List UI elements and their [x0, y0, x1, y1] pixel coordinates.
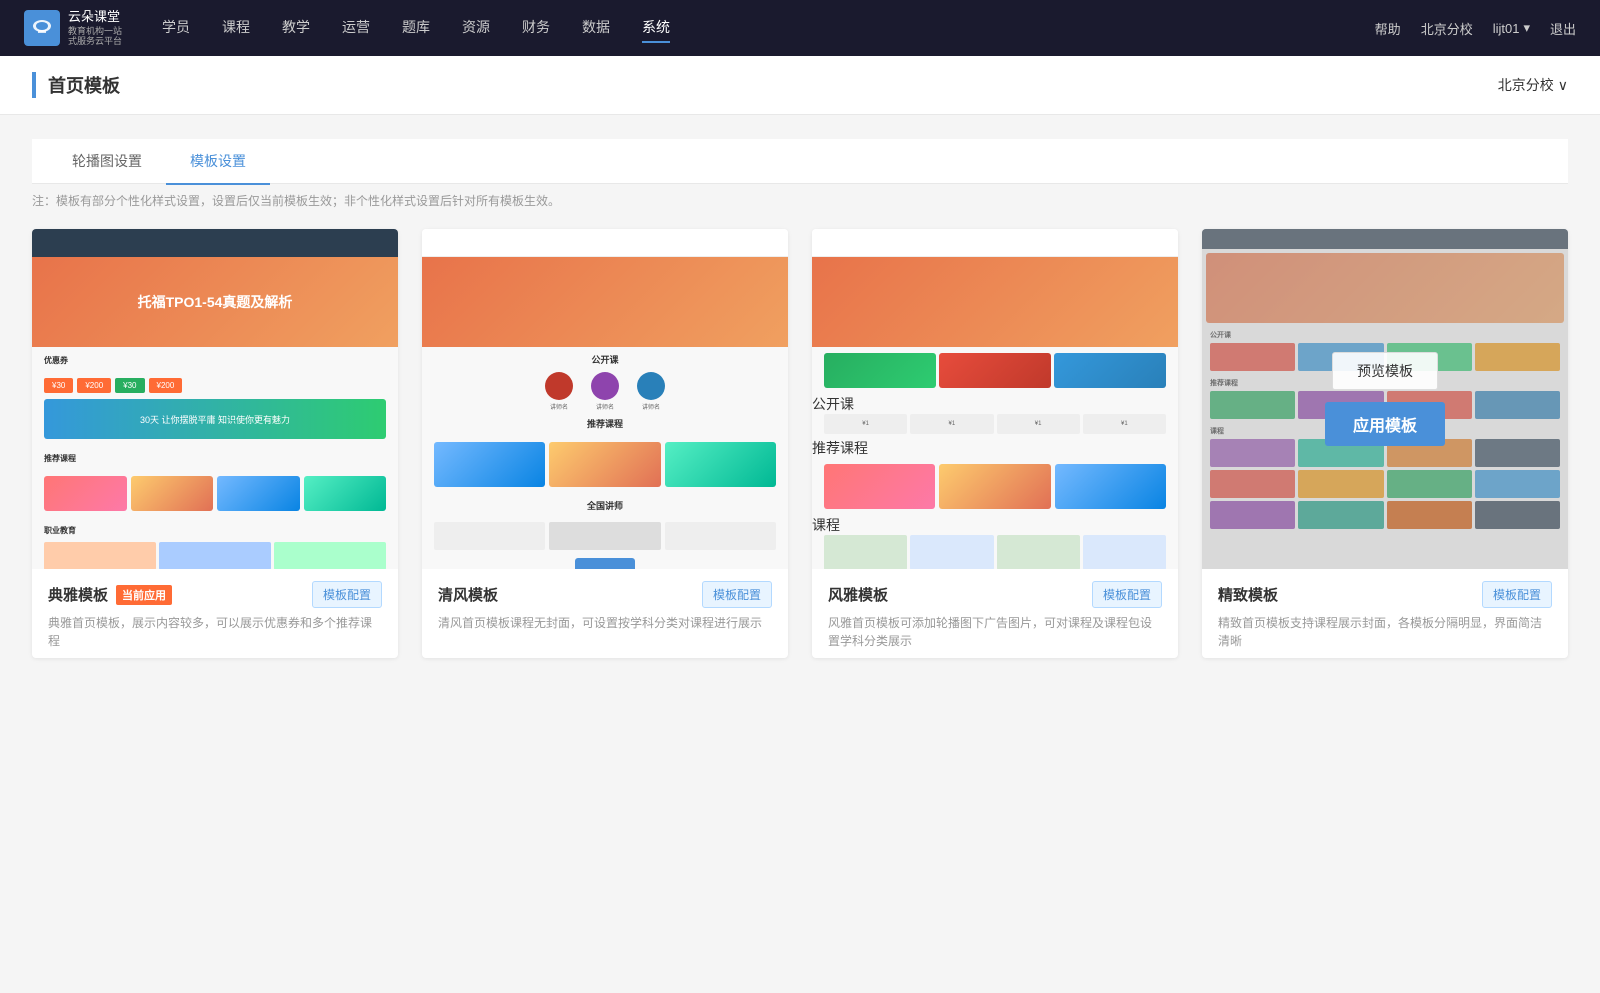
template-name-2: 清风模板	[438, 584, 498, 605]
nav-item-resources[interactable]: 资源	[462, 13, 490, 43]
nav-help[interactable]: 帮助	[1375, 19, 1401, 38]
nav-right: 帮助 北京分校 lijt01 ▾ 退出	[1375, 19, 1576, 38]
config-button-4[interactable]: 模板配置	[1482, 581, 1552, 608]
template-desc-3: 风雅首页模板可添加轮播图下广告图片，可对课程及课程包设置学科分类展示	[828, 614, 1162, 650]
template-desc-1: 典雅首页模板，展示内容较多，可以展示优惠券和多个推荐课程	[48, 614, 382, 650]
tab-template[interactable]: 模板设置	[166, 139, 270, 185]
template-name-1: 典雅模板 当前应用	[48, 584, 172, 605]
template-desc-2: 清风首页模板课程无封面，可设置按学科分类对课程进行展示	[438, 614, 772, 632]
template-preview-4[interactable]: 公开课 推荐课程	[1202, 229, 1568, 569]
template-footer-3: 风雅模板 模板配置 风雅首页模板可添加轮播图下广告图片，可对课程及课程包设置学科…	[812, 569, 1178, 658]
nav-item-questions[interactable]: 题库	[402, 13, 430, 43]
page-title: 首页模板	[32, 72, 120, 98]
nav-item-courses[interactable]: 课程	[222, 13, 250, 43]
template-grid: 托福TPO1-54真题及解析 优惠券 ¥30 ¥200 ¥30 ¥200 30天…	[32, 229, 1568, 658]
note: 注：模板有部分个性化样式设置，设置后仅当前模板生效；非个性化样式设置后针对所有模…	[32, 184, 1568, 229]
nav-item-data[interactable]: 数据	[582, 13, 610, 43]
nav-user[interactable]: lijt01 ▾	[1493, 20, 1530, 36]
template-name-4: 精致模板	[1218, 584, 1278, 605]
nav-item-operations[interactable]: 运营	[342, 13, 370, 43]
template-footer-4: 精致模板 模板配置 精致首页模板支持课程展示封面，各模板分隔明显，界面简洁清晰	[1202, 569, 1568, 658]
template-card-1: 托福TPO1-54真题及解析 优惠券 ¥30 ¥200 ¥30 ¥200 30天…	[32, 229, 398, 658]
config-button-2[interactable]: 模板配置	[702, 581, 772, 608]
template-overlay-4: 预览模板 应用模板	[1202, 229, 1568, 569]
template-desc-4: 精致首页模板支持课程展示封面，各模板分隔明显，界面简洁清晰	[1218, 614, 1552, 650]
nav-item-system[interactable]: 系统	[642, 13, 670, 43]
nav-item-teaching[interactable]: 教学	[282, 13, 310, 43]
tabs-wrapper: 轮播图设置 模板设置	[32, 139, 1568, 184]
template-preview-2[interactable]: 公开课 讲师名 讲师名 讲师名	[422, 229, 788, 569]
template-card-3: 公开课 ¥1 ¥1 ¥1 ¥1 推荐课程 课程	[812, 229, 1178, 658]
tab-carousel[interactable]: 轮播图设置	[48, 139, 166, 185]
logo-text: 云朵课堂 教育机构一站 式服务云平台	[68, 9, 122, 47]
nav-school[interactable]: 北京分校	[1421, 19, 1473, 38]
config-button-1[interactable]: 模板配置	[312, 581, 382, 608]
config-button-3[interactable]: 模板配置	[1092, 581, 1162, 608]
logo[interactable]: 云朵课堂 教育机构一站 式服务云平台	[24, 9, 122, 47]
template-card-4: 公开课 推荐课程	[1202, 229, 1568, 658]
nav-items: 学员 课程 教学 运营 题库 资源 财务 数据 系统	[162, 13, 1375, 43]
school-selector[interactable]: 北京分校 ∨	[1498, 75, 1568, 95]
template-card-2: 公开课 讲师名 讲师名 讲师名	[422, 229, 788, 658]
top-nav: 云朵课堂 教育机构一站 式服务云平台 学员 课程 教学 运营 题库 资源 财务 …	[0, 0, 1600, 56]
page-header: 首页模板 北京分校 ∨	[0, 56, 1600, 115]
nav-item-students[interactable]: 学员	[162, 13, 190, 43]
logo-icon	[24, 10, 60, 46]
apply-button-4[interactable]: 应用模板	[1325, 402, 1445, 446]
preview-button-4[interactable]: 预览模板	[1332, 352, 1438, 390]
nav-logout[interactable]: 退出	[1550, 19, 1576, 38]
template-preview-1[interactable]: 托福TPO1-54真题及解析 优惠券 ¥30 ¥200 ¥30 ¥200 30天…	[32, 229, 398, 569]
template-footer-1: 典雅模板 当前应用 模板配置 典雅首页模板，展示内容较多，可以展示优惠券和多个推…	[32, 569, 398, 658]
template-footer-2: 清风模板 模板配置 清风首页模板课程无封面，可设置按学科分类对课程进行展示	[422, 569, 788, 640]
template-preview-3[interactable]: 公开课 ¥1 ¥1 ¥1 ¥1 推荐课程 课程	[812, 229, 1178, 569]
template-name-3: 风雅模板	[828, 584, 888, 605]
content: 轮播图设置 模板设置 注：模板有部分个性化样式设置，设置后仅当前模板生效；非个性…	[0, 115, 1600, 993]
nav-item-finance[interactable]: 财务	[522, 13, 550, 43]
current-tag-1: 当前应用	[116, 585, 172, 605]
